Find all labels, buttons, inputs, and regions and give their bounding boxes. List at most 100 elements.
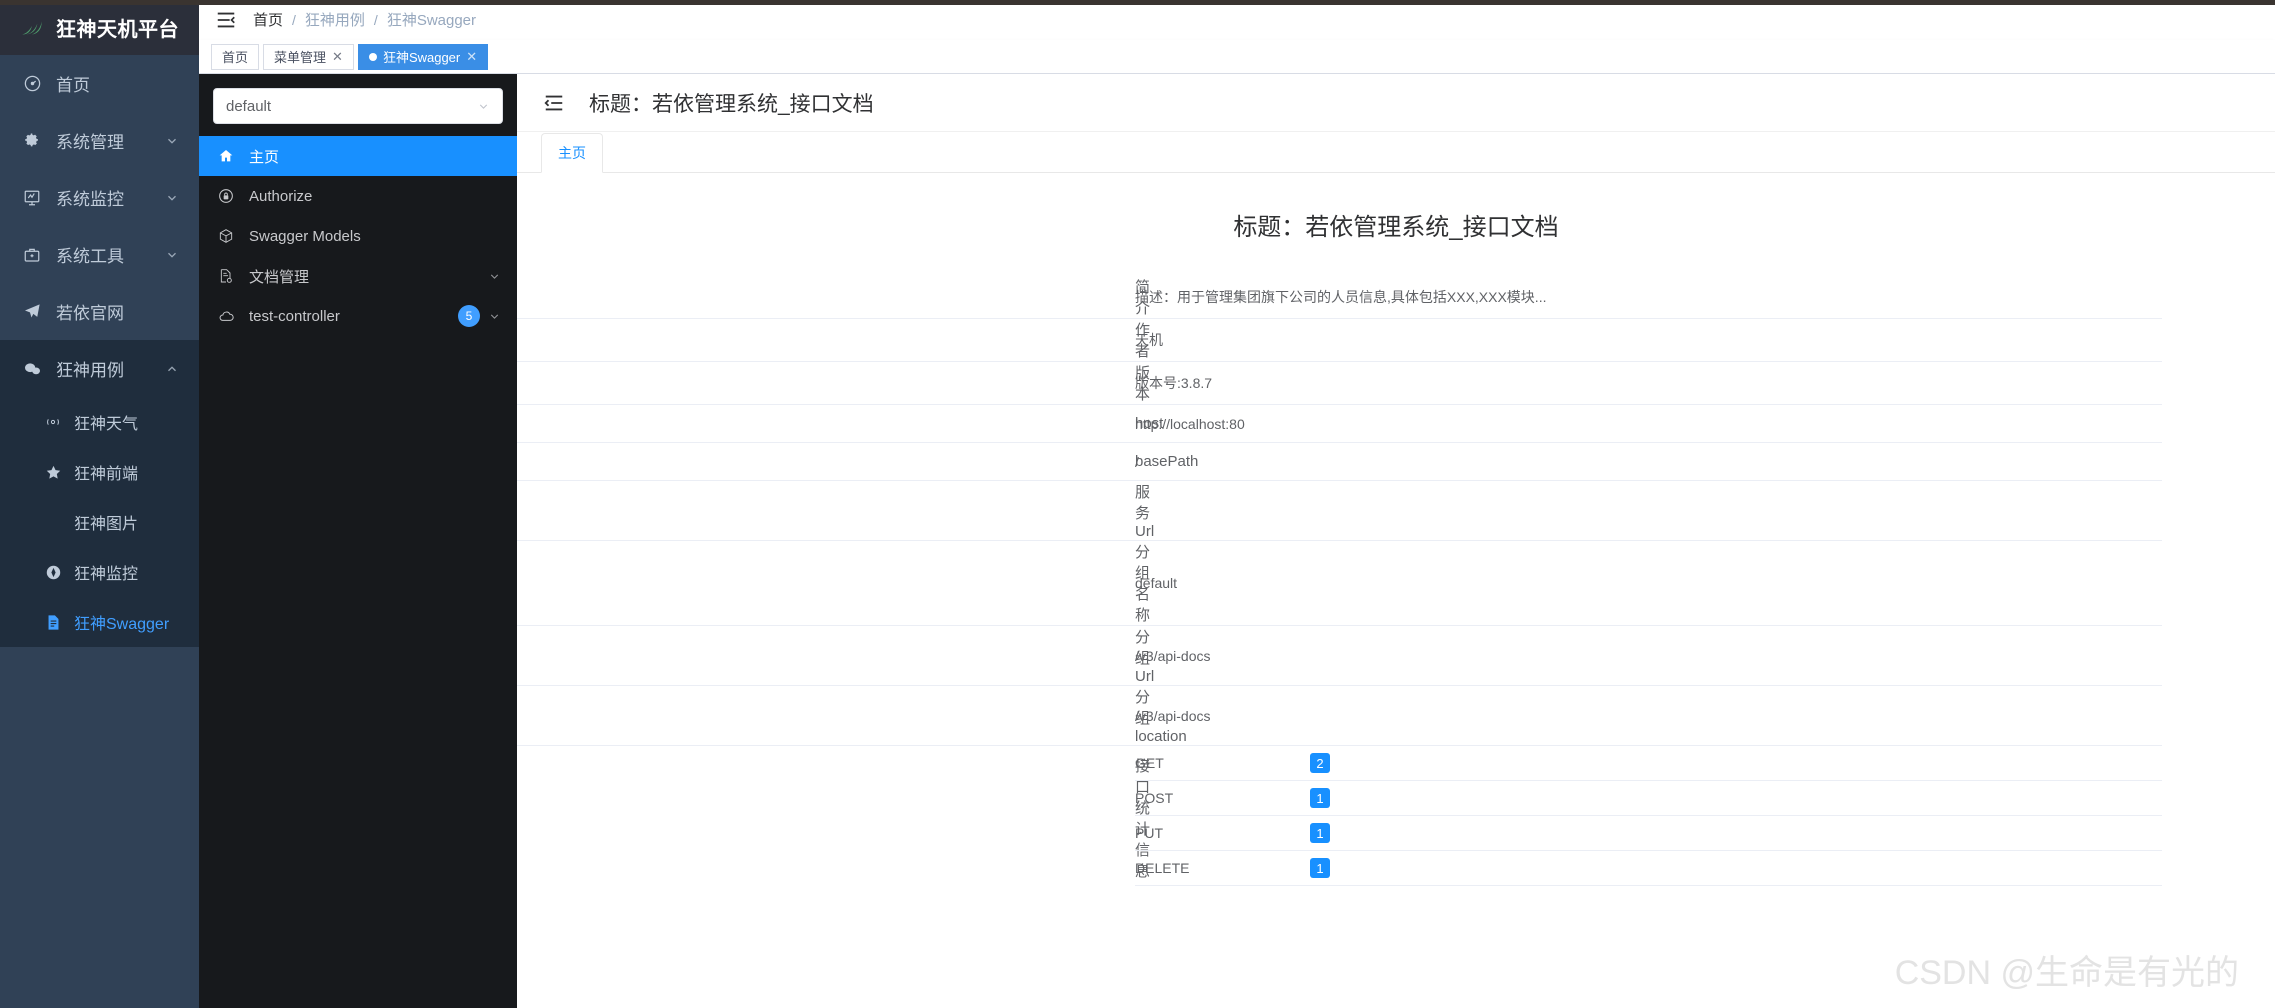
swagger-group-select-wrap: default xyxy=(199,74,517,136)
monitor-icon xyxy=(20,189,44,207)
dashboard-icon xyxy=(20,74,44,93)
close-icon[interactable]: ✕ xyxy=(466,50,477,63)
info-key: 简介 xyxy=(1135,279,1151,317)
info-key: 分组location xyxy=(1135,689,1187,745)
swagger-nav-label: Swagger Models xyxy=(249,227,361,245)
breadcrumb-separator: / xyxy=(373,11,378,28)
sidebar-item-system-management[interactable]: 系统管理 xyxy=(0,112,199,169)
swagger-nav-doc-management[interactable]: 文档管理 xyxy=(199,256,517,296)
chevron-down-icon xyxy=(168,138,176,144)
http-method-label: DELETE xyxy=(1135,860,1190,876)
api-statistics-label: 接口统计信息 xyxy=(1135,758,1151,880)
tab-menu-management[interactable]: 菜单管理 ✕ xyxy=(263,43,354,70)
table-row: 作者 天机 xyxy=(517,319,2162,362)
sidebar-item-label: 狂神图片 xyxy=(74,516,139,533)
swagger-content-tabs: 主页 xyxy=(517,132,2275,173)
swagger-app: default 主页 Authorize Swagger Models 文档管理… xyxy=(199,74,2275,1008)
leaf-logo-icon xyxy=(20,15,46,41)
close-icon[interactable]: ✕ xyxy=(332,50,343,63)
tab-home[interactable]: 首页 xyxy=(211,43,260,70)
api-statistics-list: GET 2 POST 1 PUT 1 DELETE 1 xyxy=(1135,746,2162,886)
indent-left-icon[interactable] xyxy=(543,92,565,114)
sidebar-item-kuangshen-weather[interactable]: 狂神天气 xyxy=(0,397,199,447)
breadcrumb: 首页 / 狂神用例 / 狂神Swagger xyxy=(253,9,476,30)
info-value: 天机 xyxy=(1135,332,1163,348)
http-method-label: PUT xyxy=(1135,825,1163,841)
sidebar-item-kuangshen-frontend[interactable]: 狂神前端 xyxy=(0,447,199,497)
doc-title: 标题：若依管理系统_接口文档 xyxy=(1233,214,1559,241)
breadcrumb-item-home[interactable]: 首页 xyxy=(253,9,283,30)
lock-icon xyxy=(215,188,237,204)
breadcrumb-item-cases[interactable]: 狂神用例 xyxy=(305,9,365,30)
star-icon xyxy=(42,464,64,481)
api-count-badge: 5 xyxy=(458,305,480,327)
swagger-tab-label: 主页 xyxy=(558,145,586,161)
swagger-nav-authorize[interactable]: Authorize xyxy=(199,176,517,216)
tab-kuangshen-swagger[interactable]: 狂神Swagger ✕ xyxy=(357,43,489,70)
swagger-nav-test-controller[interactable]: test-controller 5 xyxy=(199,296,517,336)
sidebar-item-kuangshen-cases[interactable]: 狂神用例 xyxy=(0,340,199,397)
swagger-content: 标题：若依管理系统_接口文档 简介 描述：用于管理集团旗下公司的人员信息,具体包… xyxy=(517,173,2275,1008)
swagger-tab-home[interactable]: 主页 xyxy=(541,133,603,173)
swagger-nav-label: 主页 xyxy=(249,148,280,166)
info-value: / xyxy=(1135,453,1139,470)
table-row: host http://localhost:80 xyxy=(517,405,2162,443)
paper-plane-icon xyxy=(20,302,44,321)
swagger-nav-label: test-controller xyxy=(249,307,340,325)
sidebar-item-label: 狂神天气 xyxy=(74,416,139,433)
cube-icon xyxy=(215,228,237,244)
sidebar-item-ruoyi-website[interactable]: 若依官网 xyxy=(0,283,199,340)
info-key: 服务Url xyxy=(1135,484,1155,540)
sidebar-item-label: 首页 xyxy=(56,76,90,95)
table-row: DELETE 1 xyxy=(1135,851,2162,886)
hamburger-collapse-icon[interactable] xyxy=(215,9,237,31)
swagger-header: 标题：若依管理系统_接口文档 xyxy=(517,74,2275,132)
status-badge: 1 xyxy=(1310,788,1330,808)
swagger-nav-models[interactable]: Swagger Models xyxy=(199,216,517,256)
info-key: 版本 xyxy=(1135,365,1151,403)
sidebar-item-system-monitor[interactable]: 系统监控 xyxy=(0,169,199,226)
http-method-label: POST xyxy=(1135,790,1174,806)
table-row: 简介 描述：用于管理集团旗下公司的人员信息,具体包括XXX,XXX模块... xyxy=(517,276,2162,319)
info-key: basePath xyxy=(1135,453,1199,470)
sidebar-item-label: 狂神Swagger xyxy=(74,616,170,633)
toolbox-icon xyxy=(20,246,44,264)
sidebar-item-system-tools[interactable]: 系统工具 xyxy=(0,226,199,283)
group-select[interactable]: default xyxy=(213,88,503,124)
chat-bubbles-icon xyxy=(20,359,44,378)
chevron-down-icon xyxy=(490,273,499,279)
chevron-down-icon xyxy=(168,195,176,201)
sidebar-item-kuangshen-monitor[interactable]: 狂神监控 xyxy=(0,547,199,597)
info-value: http://localhost:80 xyxy=(1135,415,1245,432)
info-key: 分组名称 xyxy=(1135,544,1151,624)
swagger-main: 标题：若依管理系统_接口文档 主页 标题：若依管理系统_接口文档 简介 描述：用… xyxy=(517,74,2275,1008)
app-sidebar: 狂神天机平台 首页 系统管理 系统监控 系统工具 若依官网 狂神用例 狂神天气 … xyxy=(0,0,199,1008)
info-value: default xyxy=(1135,575,1178,591)
sidebar-item-home[interactable]: 首页 xyxy=(0,55,199,112)
swagger-nav-home[interactable]: 主页 xyxy=(199,136,517,176)
brand-header[interactable]: 狂神天机平台 xyxy=(0,0,199,55)
info-value: /v3/api-docs xyxy=(1135,707,1211,724)
sidebar-item-kuangshen-swagger[interactable]: 狂神Swagger xyxy=(0,597,199,647)
sidebar-submenu: 狂神天气 狂神前端 狂神图片 狂神监控 狂神Swagger xyxy=(0,397,199,647)
document-icon xyxy=(42,614,64,631)
gear-icon xyxy=(20,132,44,150)
info-value: /v3/api-docs xyxy=(1135,647,1211,664)
table-row: 分组名称 default xyxy=(517,541,2162,626)
breadcrumb-item-swagger: 狂神Swagger xyxy=(386,12,477,29)
info-key: 作者 xyxy=(1135,322,1151,360)
info-value: 描述：用于管理集团旗下公司的人员信息,具体包括XXX,XXX模块... xyxy=(1135,289,1547,305)
table-row: GET 2 xyxy=(1135,746,2162,781)
compass-icon xyxy=(42,564,64,581)
swagger-nav-label: Authorize xyxy=(249,187,313,205)
sidebar-item-kuangshen-images[interactable]: 狂神图片 xyxy=(0,497,199,547)
sidebar-item-label: 系统监控 xyxy=(56,190,124,209)
sidebar-item-label: 系统工具 xyxy=(56,247,124,266)
chevron-down-icon xyxy=(490,313,499,319)
swagger-sidebar: default 主页 Authorize Swagger Models 文档管理… xyxy=(199,74,517,1008)
tab-label: 狂神Swagger xyxy=(382,50,461,65)
signal-icon xyxy=(42,414,64,430)
sidebar-item-label: 系统管理 xyxy=(56,133,124,152)
info-key: 分组Url xyxy=(1135,629,1155,685)
chevron-down-icon xyxy=(479,103,488,109)
